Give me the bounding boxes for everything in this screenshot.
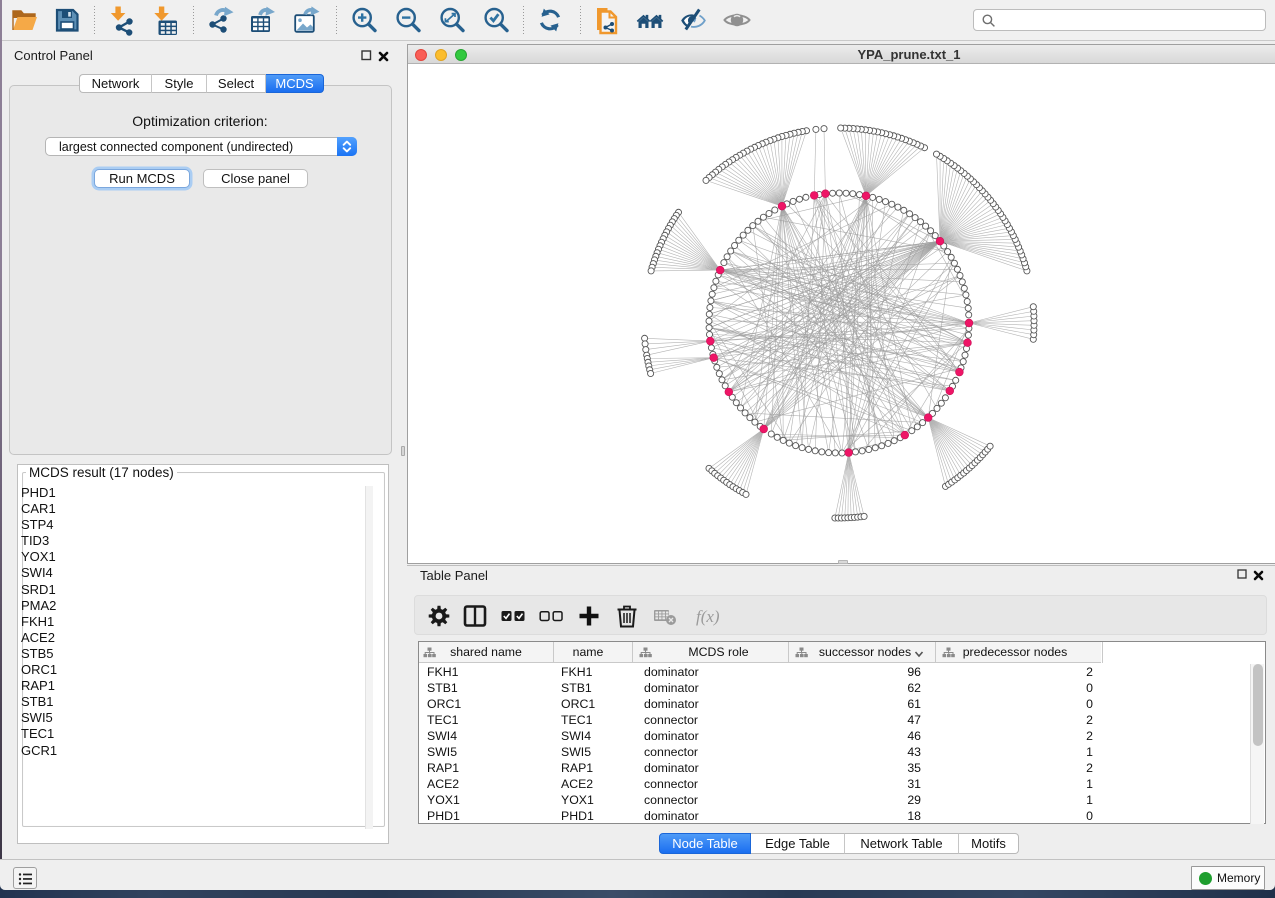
svg-text:f(x): f(x) (696, 607, 720, 626)
